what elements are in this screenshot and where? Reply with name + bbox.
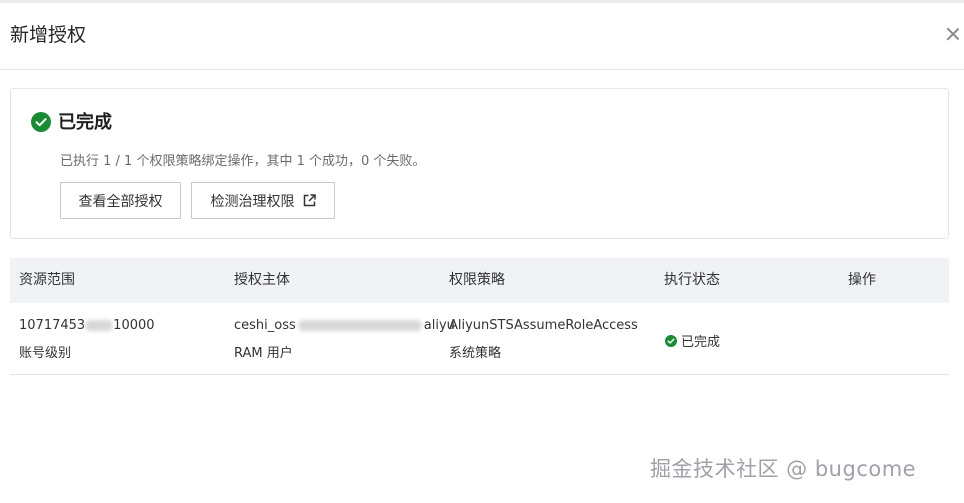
- result-panel: 已完成 已执行 1 / 1 个权限策略绑定操作，其中 1 个成功，0 个失败。 …: [10, 88, 949, 239]
- column-header-status: 执行状态: [664, 272, 720, 288]
- status-title: 已完成: [58, 112, 112, 133]
- execution-status-label: 已完成: [681, 335, 721, 350]
- redacted-text: [85, 320, 114, 331]
- policy-type: 系统策略: [449, 346, 502, 361]
- authorization-table: 资源范围 授权主体 权限策略 执行状态 操作 10717453 10000 账号级…: [10, 258, 949, 375]
- check-circle-icon: [31, 112, 51, 132]
- resource-level: 账号级别: [19, 346, 72, 361]
- close-icon[interactable]: [944, 25, 962, 43]
- table-header: 资源范围 授权主体 权限策略 执行状态 操作: [10, 258, 949, 303]
- resource-id-tail: 10000: [113, 318, 155, 333]
- principal-name: ceshi_oss aliyu: [234, 317, 455, 334]
- redacted-text: [297, 320, 422, 331]
- policy-name: AliyunSTSAssumeRoleAccess: [449, 318, 638, 333]
- check-governance-permissions-button[interactable]: 检测治理权限: [191, 182, 335, 219]
- column-header-resource-scope: 资源范围: [19, 272, 75, 288]
- watermark: 掘金技术社区 @ bugcome: [650, 457, 917, 481]
- view-all-authorizations-label: 查看全部授权: [78, 193, 163, 210]
- check-governance-permissions-label: 检测治理权限: [210, 193, 295, 210]
- result-summary: 已执行 1 / 1 个权限策略绑定操作，其中 1 个成功，0 个失败。: [60, 154, 426, 169]
- view-all-authorizations-button[interactable]: 查看全部授权: [60, 182, 181, 219]
- resource-id-visible: 10717453: [19, 318, 86, 333]
- external-link-icon: [303, 194, 316, 207]
- dialog-header: 新增授权: [0, 3, 964, 70]
- column-header-actions: 操作: [848, 272, 876, 288]
- execution-status: 已完成: [665, 331, 720, 350]
- principal-name-prefix: ceshi_oss: [234, 318, 296, 333]
- table-row: 10717453 10000 账号级别 ceshi_oss aliyu RAM 用户…: [10, 303, 949, 375]
- principal-type: RAM 用户: [234, 346, 293, 361]
- column-header-policy: 权限策略: [449, 272, 505, 288]
- dialog-title: 新增授权: [10, 24, 87, 46]
- check-circle-icon: [665, 334, 677, 347]
- column-header-principal: 授权主体: [234, 272, 290, 288]
- resource-id: 10717453 10000: [19, 317, 155, 334]
